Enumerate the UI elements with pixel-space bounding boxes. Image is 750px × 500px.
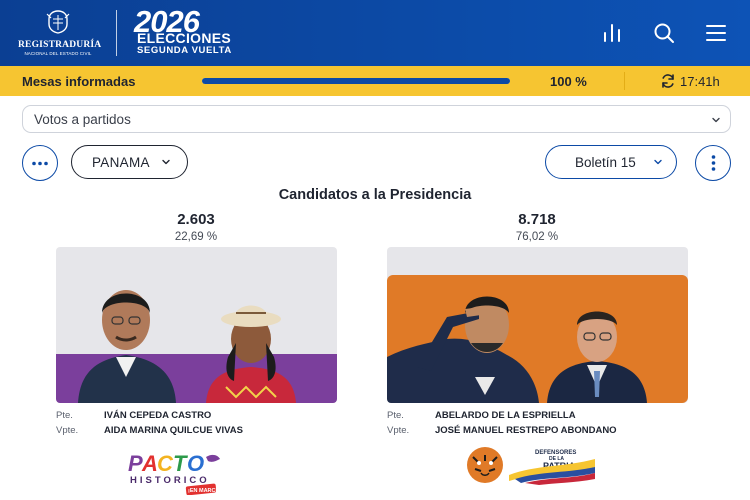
vice-president-name: JOSÉ MANUEL RESTREPO ABONDANO [435, 425, 617, 436]
chevron-down-icon [654, 159, 662, 165]
president-row: Pte. IVÁN CEPEDA CASTRO [56, 410, 337, 423]
app-header: REGISTRADURÍA NACIONAL DEL ESTADO CIVIL … [0, 0, 750, 66]
vice-president-row: Vpte. JOSÉ MANUEL RESTREPO ABONDANO [387, 425, 688, 438]
defensores-de-la-patria-logo: DEFENSORES DE LA PATRIA [465, 445, 597, 485]
president-name: IVÁN CEPEDA CASTRO [104, 410, 212, 421]
more-vertical-button[interactable] [695, 145, 731, 181]
candidate-1-photo[interactable] [56, 247, 337, 403]
view-select[interactable]: Votos a partidos [22, 105, 731, 133]
candidate-photo-image [387, 247, 688, 403]
region-select[interactable]: PANAMA [71, 145, 188, 179]
refresh-icon[interactable] [660, 73, 676, 89]
president-name: ABELARDO DE LA ESPRIELLA [435, 410, 576, 421]
vice-president-role: Vpte. [56, 425, 79, 436]
candidate-1-votes: 2.603 22,69 % [55, 211, 337, 243]
registraduria-logo[interactable]: REGISTRADURÍA NACIONAL DEL ESTADO CIVIL [18, 10, 102, 56]
update-time: 17:41h [680, 74, 720, 89]
status-bar: Mesas informadas 100 % 17:41h [0, 66, 750, 96]
header-divider [116, 10, 117, 56]
org-name: REGISTRADURÍA [18, 40, 102, 50]
vote-percent: 22,69 % [174, 231, 218, 243]
more-horizontal-icon [32, 161, 48, 166]
vote-count: 8.718 [518, 211, 556, 228]
candidate-1-names: Pte. IVÁN CEPEDA CASTRO Vpte. AIDA MARIN… [56, 410, 337, 440]
vote-count: 2.603 [177, 211, 215, 228]
more-options-button[interactable] [22, 145, 58, 181]
vice-president-name: AIDA MARINA QUILCUE VIVAS [104, 425, 243, 436]
svg-text:HISTORICO: HISTORICO [130, 475, 210, 486]
president-role: Pte. [56, 410, 73, 421]
candidate-2-votes: 8.718 76,02 % [396, 211, 678, 243]
more-vertical-icon [711, 155, 716, 171]
progress-fill [202, 78, 510, 84]
progress-percent: 100 % [550, 74, 587, 89]
brand-title: ELECCIONES [137, 30, 232, 46]
org-subtitle: NACIONAL DEL ESTADO CIVIL [24, 51, 92, 56]
president-role: Pte. [387, 410, 404, 421]
brand-subtitle: SEGUNDA VUELTA [137, 45, 232, 56]
vice-president-role: Vpte. [387, 425, 410, 436]
party-logo-image: P A C T O HISTORICO ¡EN MARCHA! [128, 451, 225, 496]
vice-president-row: Vpte. AIDA MARINA QUILCUE VIVAS [56, 425, 337, 438]
pacto-historico-logo: P A C T O HISTORICO ¡EN MARCHA! [126, 449, 225, 496]
candidate-2-photo[interactable] [387, 247, 688, 403]
chevron-down-icon [162, 159, 170, 165]
search-icon[interactable] [652, 21, 676, 45]
svg-text:A: A [141, 451, 158, 476]
vote-percent: 76,02 % [515, 231, 559, 243]
view-select-value: Votos a partidos [34, 112, 131, 127]
section-title: Candidatos a la Presidencia [278, 187, 472, 203]
status-label: Mesas informadas [22, 74, 136, 89]
coat-of-arms-icon [46, 10, 70, 34]
svg-text:¡EN MARCHA!: ¡EN MARCHA! [188, 488, 222, 494]
menu-icon[interactable] [704, 21, 728, 45]
bulletin-select-value: Boletín 15 [575, 155, 636, 170]
candidate-photo-image [56, 247, 337, 403]
svg-text:T: T [173, 451, 188, 476]
party-logo-image: DEFENSORES DE LA PATRIA [467, 447, 595, 485]
candidate-2-names: Pte. ABELARDO DE LA ESPRIELLA Vpte. JOSÉ… [387, 410, 688, 440]
svg-text:P: P [128, 451, 143, 476]
svg-text:O: O [187, 451, 204, 476]
bulletin-select[interactable]: Boletín 15 [545, 145, 677, 179]
president-row: Pte. ABELARDO DE LA ESPRIELLA [387, 410, 688, 423]
bar-chart-icon[interactable] [600, 21, 624, 45]
status-divider [624, 72, 625, 90]
chevron-down-icon [712, 117, 720, 123]
progress-bar [202, 78, 510, 84]
region-select-value: PANAMA [92, 155, 150, 170]
svg-text:C: C [157, 451, 174, 476]
